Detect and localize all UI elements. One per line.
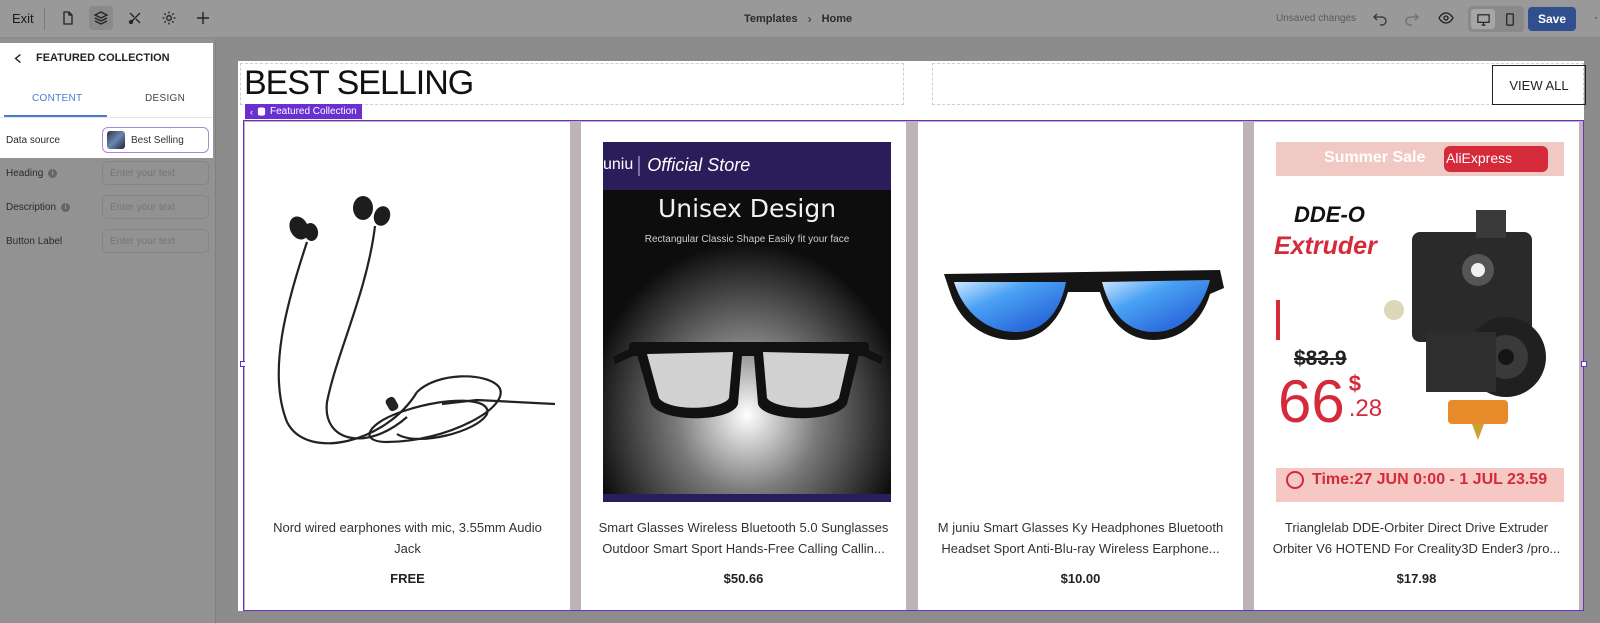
breadcrumb-templates[interactable]: Templates — [744, 13, 798, 25]
product-title[interactable]: Trianglelab DDE-Orbiter Direct Drive Ext… — [1268, 517, 1565, 559]
sale-banner-text: Summer Sale — [1324, 149, 1426, 166]
product-title[interactable]: Nord wired earphones with mic, 3.55mm Au… — [259, 517, 556, 559]
add-icon[interactable] — [191, 6, 215, 30]
pages-icon[interactable] — [56, 6, 80, 30]
undo-icon[interactable] — [1368, 6, 1392, 30]
product-price: FREE — [390, 571, 425, 586]
settings-gear-icon[interactable] — [157, 6, 181, 30]
product-price: $17.98 — [1396, 571, 1437, 586]
product-line-1: DDE-O — [1294, 202, 1365, 227]
store-prefix: uniu — [603, 156, 634, 173]
panel-title-text: FEATURED COLLECTION — [36, 52, 170, 64]
panel-title: FEATURED COLLECTION — [14, 52, 170, 64]
top-toolbar: Exit Templates › Home Unsaved changes Sa… — [0, 0, 1600, 38]
promo-time: Time:27 JUN 0:00 - 1 JUL 23.59 — [1286, 471, 1574, 489]
design-tools-icon[interactable] — [123, 6, 147, 30]
tab-content[interactable]: CONTENT — [32, 93, 82, 104]
store-banner: uniu Official Store — [603, 153, 891, 177]
resize-handle-right[interactable] — [1581, 361, 1587, 367]
chevron-right-icon: › — [807, 12, 812, 26]
button-block-outline — [932, 63, 1584, 105]
description-input[interactable] — [102, 195, 209, 219]
product-card[interactable]: Summer Sale AliExpress DDE-O Extruder $8… — [1254, 122, 1579, 610]
product-image-blue-sunglasses — [940, 142, 1228, 502]
product-card[interactable]: Nord wired earphones with mic, 3.55mm Au… — [245, 122, 570, 610]
promo-time-text: Time:27 JUN 0:00 - 1 JUL 23.59 — [1312, 471, 1548, 488]
data-source-value: Best Selling — [131, 134, 184, 146]
view-all-button[interactable]: VIEW ALL — [1492, 65, 1586, 105]
desktop-icon[interactable] — [1471, 9, 1495, 29]
database-icon — [257, 107, 266, 116]
save-button[interactable]: Save — [1528, 7, 1576, 31]
toolbar-divider — [44, 8, 45, 30]
data-source-selector[interactable]: Best Selling — [102, 127, 209, 153]
new-price-main: 66 — [1278, 368, 1345, 435]
product-card[interactable]: uniu Official Store Unisex Design Rectan… — [581, 122, 906, 610]
button-label-label-text: Button Label — [6, 236, 63, 247]
layers-icon[interactable] — [89, 6, 113, 30]
button-label-input[interactable] — [102, 229, 209, 253]
product-image-extruder — [1276, 142, 1564, 502]
data-source-label-text: Data source — [6, 135, 60, 146]
tab-design[interactable]: DESIGN — [145, 93, 185, 104]
section-heading[interactable]: BEST SELLING — [244, 64, 474, 103]
new-price: 66 $ .28 — [1278, 372, 1382, 432]
new-price-currency: $ — [1348, 371, 1361, 396]
preview-eye-icon[interactable] — [1434, 6, 1458, 30]
new-price-suffix: $ .28 — [1349, 372, 1382, 422]
tab-divider — [0, 117, 213, 118]
device-toggle — [1468, 6, 1524, 32]
component-tag[interactable]: ‹ Featured Collection — [245, 104, 362, 119]
product-title[interactable]: M juniu Smart Glasses Ky Headphones Blue… — [932, 517, 1229, 559]
product-image-earphones — [267, 142, 555, 502]
product-title[interactable]: Smart Glasses Wireless Bluetooth 5.0 Sun… — [595, 517, 892, 559]
aliexpress-logo: AliExpress — [1446, 150, 1513, 166]
product-price: $10.00 — [1060, 571, 1101, 586]
button-label-label: Button Label — [6, 236, 62, 247]
heading-label-text: Heading — [6, 168, 44, 179]
breadcrumb: Templates › Home — [744, 12, 852, 26]
component-tag-label: Featured Collection — [270, 106, 357, 117]
heading-label: Heading i — [6, 168, 58, 179]
info-icon[interactable]: i — [61, 203, 71, 212]
heading-input[interactable] — [102, 161, 209, 185]
back-chevron-icon[interactable] — [14, 53, 22, 64]
chevron-left-icon: ‹ — [250, 106, 253, 117]
redo-icon[interactable] — [1400, 6, 1424, 30]
image-headline: Unisex Design — [657, 194, 837, 223]
info-icon[interactable]: i — [48, 169, 58, 178]
store-name: Official Store — [647, 154, 751, 175]
description-label-text: Description — [6, 202, 57, 213]
exit-button[interactable]: Exit — [12, 11, 34, 26]
product-card[interactable]: M juniu Smart Glasses Ky Headphones Blue… — [918, 122, 1243, 610]
image-subline: Rectangular Classic Shape Easily fit you… — [644, 234, 850, 245]
save-status: Unsaved changes — [1276, 13, 1357, 24]
product-line-2: Extruder — [1274, 232, 1377, 260]
product-price: $50.66 — [723, 571, 764, 586]
breadcrumb-home[interactable]: Home — [822, 13, 853, 25]
mobile-icon[interactable] — [1497, 9, 1521, 29]
alarm-clock-icon — [1286, 471, 1304, 489]
description-label: Description i — [6, 202, 71, 213]
new-price-cents: .28 — [1348, 395, 1383, 422]
data-source-label: Data source — [6, 135, 60, 146]
collection-thumbnail — [107, 131, 125, 149]
more-icon[interactable]: · — [1594, 10, 1598, 24]
